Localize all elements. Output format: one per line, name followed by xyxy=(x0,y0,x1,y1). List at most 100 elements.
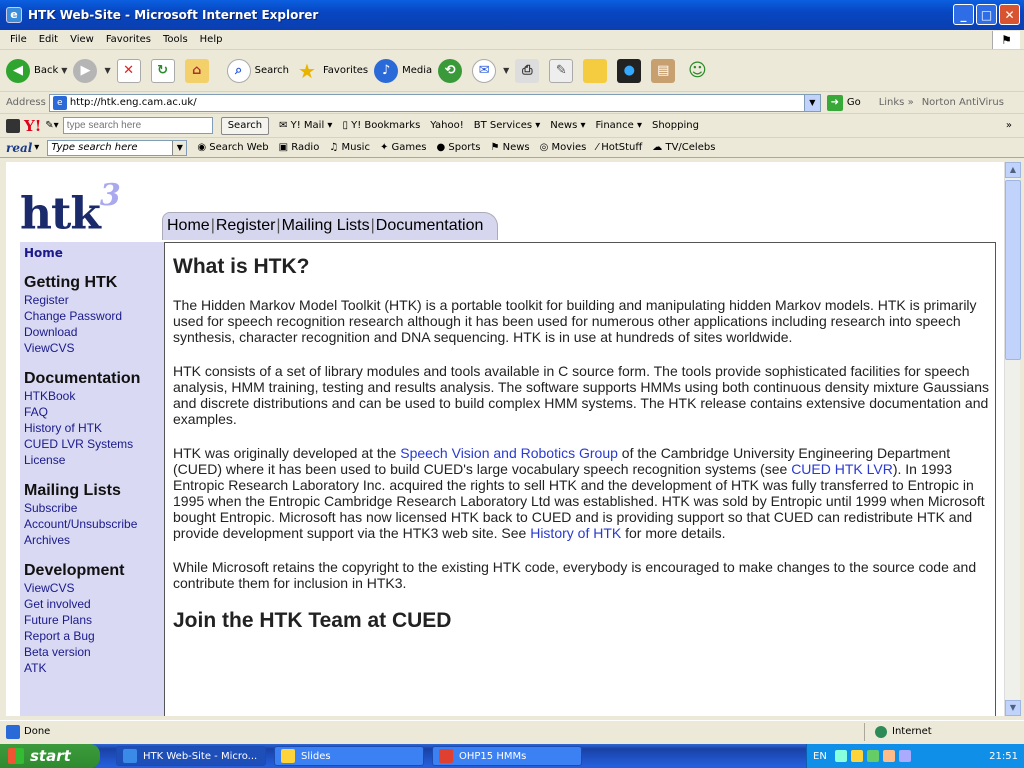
yahoo-home-button[interactable]: Yahoo! xyxy=(430,120,463,131)
search-button[interactable]: ⌕ Search xyxy=(226,58,289,83)
real-tvcelebs-button[interactable]: ☁ TV/Celebs xyxy=(652,142,715,153)
back-dropdown-icon[interactable]: ▼ xyxy=(61,66,67,75)
links-button[interactable]: Links » xyxy=(879,97,914,108)
nav-mailing-lists[interactable]: Mailing Lists xyxy=(282,217,370,234)
forward-button[interactable]: ▶ ▼ xyxy=(73,58,111,83)
close-button[interactable]: ✕ xyxy=(999,4,1020,25)
sidebar-link-future-plans[interactable]: Future Plans xyxy=(24,612,164,628)
yahoo-bookmarks-button[interactable]: ▯ Y! Bookmarks xyxy=(342,120,420,131)
menu-help[interactable]: Help xyxy=(194,34,229,45)
yahoo-news-button[interactable]: News ▾ xyxy=(550,120,585,131)
yahoo-finance-button[interactable]: Finance ▾ xyxy=(596,120,642,131)
sidebar-home-link[interactable]: Home xyxy=(24,246,164,260)
go-button[interactable]: ➜ Go xyxy=(826,94,861,111)
sidebar-link-report-bug[interactable]: Report a Bug xyxy=(24,628,164,644)
back-button[interactable]: ◀ Back ▼ xyxy=(6,58,67,83)
real-search-dropdown-icon[interactable]: ▼ xyxy=(172,140,187,155)
sidebar-link-register[interactable]: Register xyxy=(24,292,164,308)
real-logo[interactable]: real xyxy=(6,141,32,155)
sidebar-link-faq[interactable]: FAQ xyxy=(24,404,164,420)
research-button[interactable]: ▤ xyxy=(651,58,679,83)
sidebar-link-htkbook[interactable]: HTKBook xyxy=(24,388,164,404)
sidebar-link-atk[interactable]: ATK xyxy=(24,660,164,676)
real-movies-button[interactable]: ◎ Movies xyxy=(540,142,587,153)
edit-button[interactable]: ✎ xyxy=(549,58,577,83)
sidebar-link-cued-lvr[interactable]: CUED LVR Systems xyxy=(24,436,164,452)
link-cued-htk-lvr[interactable]: CUED HTK LVR xyxy=(791,461,893,477)
real-games-button[interactable]: ✦ Games xyxy=(380,142,427,153)
scroll-thumb[interactable] xyxy=(1005,180,1021,360)
nav-register[interactable]: Register xyxy=(216,217,276,234)
link-history-of-htk[interactable]: History of HTK xyxy=(530,525,621,541)
sidebar-link-viewcvs[interactable]: ViewCVS xyxy=(24,340,164,356)
sidebar-link-get-involved[interactable]: Get involved xyxy=(24,596,164,612)
taskbar-item-slides[interactable]: Slides xyxy=(274,746,424,766)
sidebar-link-history[interactable]: History of HTK xyxy=(24,420,164,436)
real-search-input[interactable]: Type search here ▼ xyxy=(47,139,188,156)
tray-icon[interactable] xyxy=(834,750,847,762)
real-music-button[interactable]: ♫ Music xyxy=(329,142,370,153)
minimize-button[interactable]: _ xyxy=(953,4,974,25)
taskbar-item-ohp15[interactable]: OHP15 HMMs xyxy=(432,746,582,766)
sidebar-link-change-password[interactable]: Change Password xyxy=(24,308,164,324)
sidebar-link-download[interactable]: Download xyxy=(24,324,164,340)
language-indicator[interactable]: EN xyxy=(813,751,827,762)
tray-icon[interactable] xyxy=(882,750,895,762)
menu-file[interactable]: File xyxy=(4,34,33,45)
link-svr-group[interactable]: Speech Vision and Robotics Group xyxy=(400,445,618,461)
history-button[interactable]: ⟲ xyxy=(438,58,466,83)
real-news-button[interactable]: ⚑ News xyxy=(490,142,529,153)
forward-dropdown-icon[interactable]: ▼ xyxy=(104,66,110,75)
contacts-button[interactable]: ☺ xyxy=(685,59,713,83)
search-web-button[interactable]: ◉ Search Web xyxy=(197,142,268,153)
mail-dropdown-icon[interactable]: ▼ xyxy=(503,66,509,75)
print-button[interactable]: ⎙ xyxy=(515,58,543,83)
sidebar-link-beta[interactable]: Beta version xyxy=(24,644,164,660)
address-dropdown-icon[interactable]: ▼ xyxy=(803,94,820,111)
sidebar-link-archives[interactable]: Archives xyxy=(24,532,164,548)
favorites-button[interactable]: ★ Favorites xyxy=(295,59,368,83)
menu-favorites[interactable]: Favorites xyxy=(100,34,157,45)
messenger-button[interactable]: ● xyxy=(617,58,645,83)
real-hotstuff-button[interactable]: ⁄ HotStuff xyxy=(596,142,642,153)
real-sports-button[interactable]: ● Sports xyxy=(436,142,480,153)
scroll-up-icon[interactable]: ▲ xyxy=(1005,162,1021,178)
nav-home[interactable]: Home xyxy=(167,217,210,234)
bt-services-button[interactable]: BT Services ▾ xyxy=(474,120,541,131)
tray-icon[interactable] xyxy=(866,750,879,762)
folder-button[interactable] xyxy=(583,58,611,83)
refresh-button[interactable]: ↻ xyxy=(150,58,179,83)
maximize-button[interactable]: □ xyxy=(976,4,997,25)
pencil-icon[interactable]: ✎▾ xyxy=(45,120,58,131)
vertical-scrollbar[interactable]: ▲ ▼ xyxy=(1004,162,1021,716)
page-icon: e xyxy=(52,95,67,110)
sidebar-link-license[interactable]: License xyxy=(24,452,164,468)
start-button[interactable]: start xyxy=(0,744,100,768)
nav-documentation[interactable]: Documentation xyxy=(376,217,484,234)
messenger-toolbar-icon[interactable] xyxy=(6,118,20,133)
sidebar-link-account[interactable]: Account/Unsubscribe xyxy=(24,516,164,532)
stop-button[interactable]: ✕ xyxy=(116,58,145,83)
menu-edit[interactable]: Edit xyxy=(33,34,64,45)
media-button[interactable]: ♪ Media xyxy=(374,58,432,83)
yahoo-search-input[interactable] xyxy=(62,117,213,134)
yahoo-logo[interactable]: Y! xyxy=(24,117,41,135)
yahoo-search-button[interactable]: Search xyxy=(220,116,270,135)
menu-tools[interactable]: Tools xyxy=(157,34,194,45)
sidebar-link-subscribe[interactable]: Subscribe xyxy=(24,500,164,516)
home-button[interactable]: ⌂ xyxy=(184,58,213,83)
scroll-down-icon[interactable]: ▼ xyxy=(1005,700,1021,716)
yahoo-shopping-button[interactable]: Shopping xyxy=(652,120,699,131)
tray-icon[interactable] xyxy=(850,750,863,762)
sidebar-link-dev-viewcvs[interactable]: ViewCVS xyxy=(24,580,164,596)
toolbar-overflow-icon[interactable]: » xyxy=(1006,120,1012,131)
htk-logo[interactable]: htk3 xyxy=(20,178,121,240)
mail-button[interactable]: ✉ ▼ xyxy=(472,58,509,83)
yahoo-mail-button[interactable]: ✉ Y! Mail ▾ xyxy=(279,120,332,131)
tray-icon[interactable] xyxy=(898,750,911,762)
real-radio-button[interactable]: ▣ Radio xyxy=(279,142,320,153)
menu-view[interactable]: View xyxy=(64,34,100,45)
address-input[interactable]: e http://htk.eng.cam.ac.uk/ ▼ xyxy=(48,93,821,112)
taskbar-item-ie[interactable]: HTK Web-Site - Micro... xyxy=(116,746,266,766)
norton-antivirus-button[interactable]: Norton AntiVirus xyxy=(922,97,1004,108)
